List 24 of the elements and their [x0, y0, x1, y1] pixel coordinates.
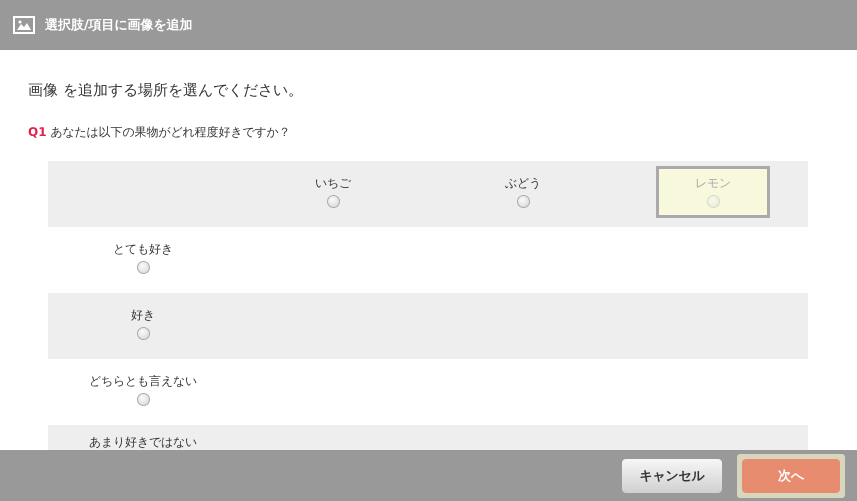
- radio-button[interactable]: [516, 195, 530, 208]
- column-option[interactable]: いちご: [276, 166, 390, 218]
- image-icon: [13, 16, 35, 34]
- row-option[interactable]: とても好き: [86, 232, 200, 284]
- row-option[interactable]: 好き: [86, 298, 200, 350]
- row-option[interactable]: あまり好きではない: [86, 425, 200, 450]
- instruction-text: 画像 を追加する場所を選んでください。: [28, 81, 304, 100]
- row-label: 好き: [131, 307, 155, 324]
- row-label: どちらとも言えない: [89, 373, 197, 390]
- radio-button[interactable]: [136, 327, 150, 340]
- question-text: あなたは以下の果物がどれ程度好きですか？: [50, 125, 291, 139]
- window-title: 選択肢/項目に画像を追加: [45, 17, 193, 34]
- column-label: レモン: [695, 175, 731, 192]
- question-number: Q1: [28, 125, 47, 139]
- column-label: いちご: [315, 175, 351, 192]
- radio-button[interactable]: [136, 261, 150, 274]
- row-option[interactable]: どちらとも言えない: [86, 364, 200, 416]
- column-label: ぶどう: [505, 175, 541, 192]
- row-label: あまり好きではない: [89, 434, 197, 450]
- column-option[interactable]: ぶどう: [466, 166, 580, 218]
- radio-button[interactable]: [136, 393, 150, 406]
- radio-button[interactable]: [326, 195, 340, 208]
- cancel-button[interactable]: キャンセル: [622, 458, 722, 492]
- row-label: とても好き: [113, 241, 173, 258]
